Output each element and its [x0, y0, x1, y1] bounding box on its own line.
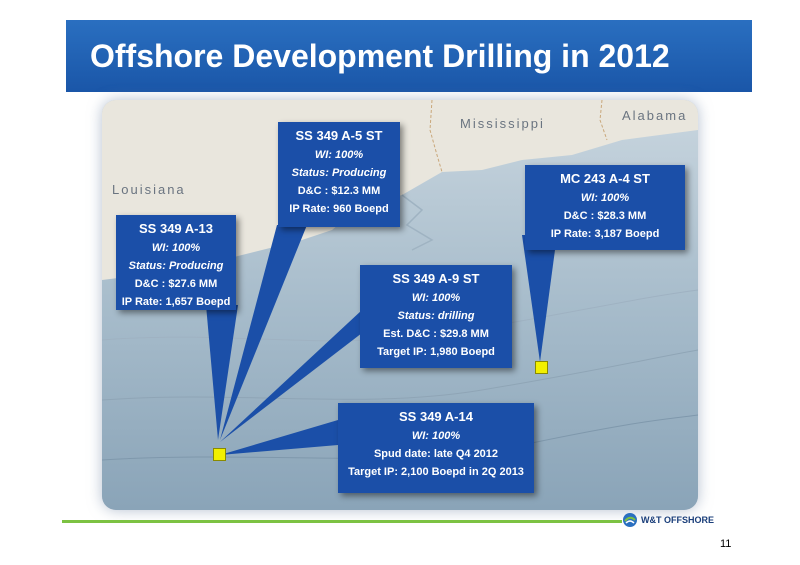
well-rate: IP Rate: 1,657 Boepd	[121, 296, 231, 308]
well-wi: WI: 100%	[314, 149, 364, 161]
well-cost: Est. D&C : $29.8 MM	[383, 328, 489, 340]
well-name: SS 349 A-9 ST	[392, 271, 480, 286]
well-wi: WI: 100%	[580, 192, 630, 204]
callout-ss349-a9st: SS 349 A-9 ST WI: 100% Status: drilling …	[360, 265, 512, 368]
title-bar: Offshore Development Drilling in 2012	[66, 20, 752, 92]
well-status: Status: Producing	[128, 260, 224, 272]
callout-ss349-a13: SS 349 A-13 WI: 100% Status: Producing D…	[116, 215, 236, 310]
well-name: SS 349 A-5 ST	[295, 128, 383, 143]
company-logo: W&T OFFSHORE	[622, 512, 714, 528]
well-status: Status: drilling	[397, 310, 475, 322]
label-mississippi: Mississippi	[460, 116, 545, 131]
footer-accent-line	[62, 520, 622, 523]
page-title: Offshore Development Drilling in 2012	[90, 38, 670, 74]
logo-text: W&T OFFSHORE	[641, 515, 714, 525]
well-wi: WI: 100%	[411, 430, 461, 442]
well-cost: D&C : $27.6 MM	[134, 278, 218, 290]
well-name: MC 243 A-4 ST	[560, 171, 650, 186]
well-name: SS 349 A-13	[139, 221, 213, 236]
wt-logo-icon	[623, 513, 637, 527]
callout-ss349-a14: SS 349 A-14 WI: 100% Spud date: late Q4 …	[338, 403, 534, 493]
well-wi: WI: 100%	[151, 242, 201, 254]
page-number: 11	[720, 538, 732, 550]
well-rate: IP Rate: 3,187 Boepd	[550, 228, 660, 240]
well-cost: D&C : $28.3 MM	[563, 210, 647, 222]
well-status: Status: Producing	[291, 167, 387, 179]
well-cost: D&C : $12.3 MM	[297, 185, 381, 197]
well-rate: Target IP: 2,100 Boepd in 2Q 2013	[348, 466, 524, 478]
well-marker-mc243	[535, 361, 548, 374]
label-alabama: Alabama	[622, 108, 688, 123]
well-name: SS 349 A-14	[399, 409, 473, 424]
well-status: Spud date: late Q4 2012	[373, 448, 499, 460]
label-louisiana: Louisiana	[112, 182, 186, 197]
well-rate: IP Rate: 960 Boepd	[289, 203, 389, 215]
well-marker-ss349	[213, 448, 226, 461]
callout-mc243-a4st: MC 243 A-4 ST WI: 100% D&C : $28.3 MM IP…	[525, 165, 685, 250]
well-rate: Target IP: 1,980 Boepd	[377, 346, 495, 358]
callout-ss349-a5st: SS 349 A-5 ST WI: 100% Status: Producing…	[278, 122, 400, 227]
well-wi: WI: 100%	[411, 292, 461, 304]
